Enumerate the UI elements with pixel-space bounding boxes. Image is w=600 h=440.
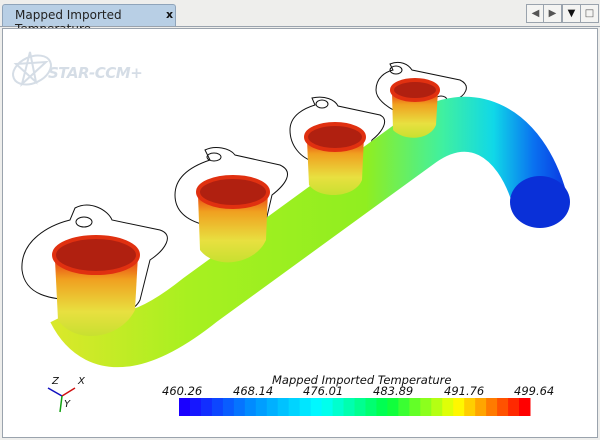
colorbar-segment	[222, 398, 235, 416]
colorbar-segment	[299, 398, 312, 416]
colorbar-segment	[266, 398, 279, 416]
colorbar-segment	[431, 398, 443, 416]
colorbar-label: 460.26	[162, 384, 203, 398]
colorbar-segment	[464, 398, 476, 416]
colorbar-segment	[486, 398, 498, 416]
colorbar-segment	[453, 398, 465, 416]
colorbar-segment	[475, 398, 487, 416]
colorbar-segment	[277, 398, 290, 416]
colorbar-segment	[387, 398, 399, 416]
colorbar-label: 499.64	[514, 384, 555, 398]
colorbar-segment	[233, 398, 246, 416]
colorbar-segment	[200, 398, 213, 416]
colorbar-segment	[343, 398, 355, 416]
colorbar-segment	[376, 398, 388, 416]
colorbar-segment	[288, 398, 301, 416]
colorbar-segment	[354, 398, 366, 416]
colorbar-segment	[497, 398, 509, 416]
colorbar-segment	[189, 398, 202, 416]
colorbar-segment	[211, 398, 224, 416]
axis-triad-icon	[47, 387, 76, 413]
colorbar-label: 476.01	[303, 384, 344, 398]
colorbar-segment	[310, 398, 323, 416]
outlet-end	[510, 176, 570, 228]
colorbar-segment	[365, 398, 377, 416]
colorbar-segment	[255, 398, 268, 416]
axis-x-label: X	[78, 376, 85, 387]
axis-y-label: Y	[64, 399, 71, 410]
colorbar-segment	[508, 398, 520, 416]
colorbar-label: 491.76	[444, 384, 485, 398]
colorbar-label: 468.14	[233, 384, 274, 398]
colorbar-segment	[420, 398, 432, 416]
colorbar-segment	[519, 398, 531, 416]
colorbar-segment	[398, 398, 410, 416]
colorbar-segment	[409, 398, 421, 416]
colorbar-segment	[332, 398, 345, 416]
colorbar-segment	[442, 398, 454, 416]
colorbar	[179, 398, 531, 416]
colorbar-title: Mapped Imported Temperature	[272, 373, 452, 387]
manifold-runner	[50, 96, 567, 368]
colorbar-segment	[321, 398, 334, 416]
axis-z-label: Z	[52, 376, 59, 387]
logo-text: STAR-CCM+	[48, 64, 143, 82]
colorbar-segment	[179, 398, 191, 416]
colorbar-label: 483.89	[373, 384, 414, 398]
colorbar-segment	[244, 398, 257, 416]
